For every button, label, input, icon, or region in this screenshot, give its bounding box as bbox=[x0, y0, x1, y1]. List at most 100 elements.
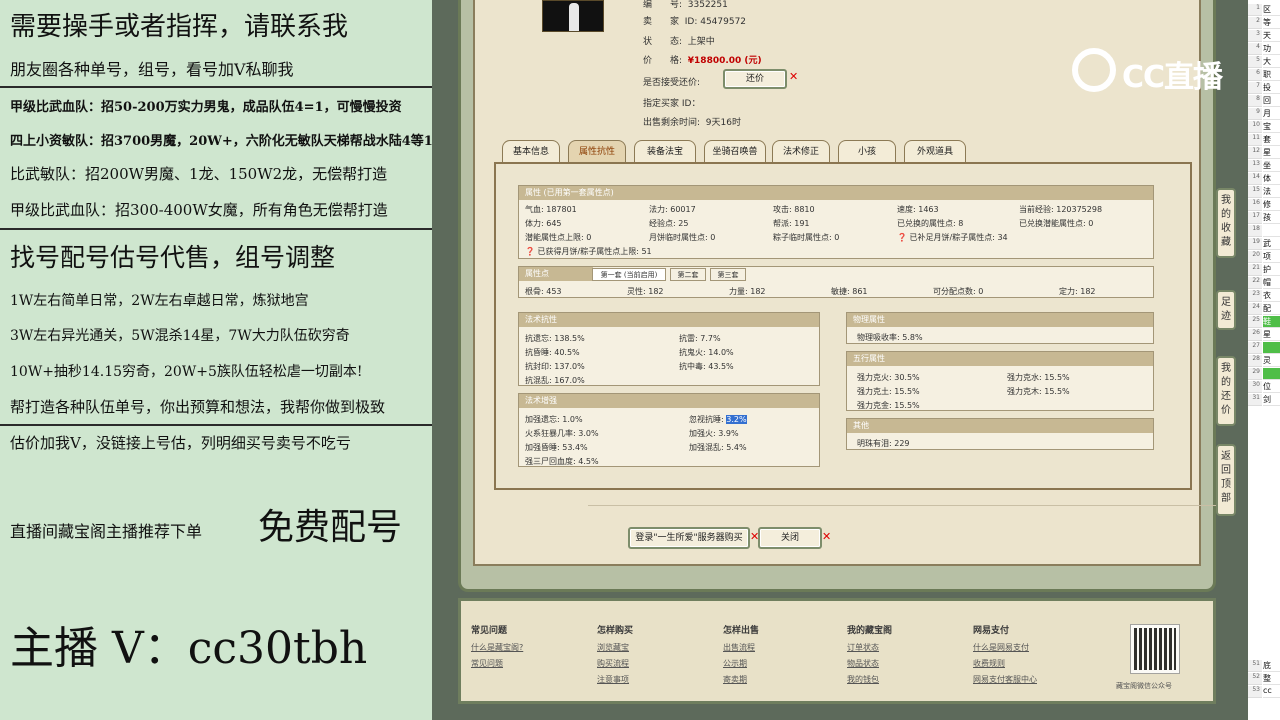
sheet-row-number: 4 bbox=[1248, 43, 1262, 55]
tab-mounts[interactable]: 坐骑召唤兽 bbox=[704, 140, 766, 164]
sheet-cell[interactable]: 底 bbox=[1263, 660, 1280, 672]
footer-link[interactable]: 物品状态 bbox=[847, 658, 892, 669]
footer-link[interactable]: 浏览藏宝 bbox=[597, 642, 633, 653]
ad-line-12: 估价加我V，没链接上号估，列明细买号卖号不吃亏 bbox=[10, 434, 351, 452]
tab-spell-mod[interactable]: 法术修正 bbox=[772, 140, 830, 164]
sheet-cell[interactable]: 大 bbox=[1263, 56, 1280, 68]
sheet-row-number: 13 bbox=[1248, 160, 1262, 172]
tab-child[interactable]: 小孩 bbox=[838, 140, 896, 164]
sheet-cell[interactable]: 月 bbox=[1263, 108, 1280, 120]
attr-title: 属性 (已用第一套属性点) bbox=[519, 186, 1153, 200]
sheet-cell[interactable]: 整 bbox=[1263, 673, 1280, 685]
sheet-cell[interactable]: 武 bbox=[1263, 238, 1280, 250]
sheet-cell[interactable] bbox=[1263, 368, 1280, 380]
footer-col-faq: 常见问题 什么是藏宝阁? 常见问题 bbox=[471, 623, 523, 674]
other-pearl: 明珠有泪: 229 bbox=[857, 439, 910, 448]
attr-speed: 速度: 1463 bbox=[897, 205, 939, 214]
close-button[interactable]: 关闭 bbox=[758, 527, 822, 549]
footer-link[interactable]: 什么是藏宝阁? bbox=[471, 642, 523, 653]
footer-link[interactable]: 网易支付客服中心 bbox=[973, 674, 1037, 685]
footer-link[interactable]: 出售流程 bbox=[723, 642, 759, 653]
sheet-cell[interactable]: 帽 bbox=[1263, 277, 1280, 289]
attr-mp: 法力: 60017 bbox=[649, 205, 696, 214]
sheet-row-number: 3 bbox=[1248, 30, 1262, 42]
points-title: 属性点 bbox=[519, 267, 593, 281]
sheet-cell[interactable]: 功 bbox=[1263, 43, 1280, 55]
sheet-cell[interactable]: 孩 bbox=[1263, 212, 1280, 224]
sheet-cell[interactable]: 等 bbox=[1263, 17, 1280, 29]
footer-link[interactable]: 订单状态 bbox=[847, 642, 892, 653]
sheet-row-number: 7 bbox=[1248, 82, 1262, 94]
sheet-cell[interactable]: 灵 bbox=[1263, 355, 1280, 367]
sheet-cell[interactable]: 投 bbox=[1263, 82, 1280, 94]
side-bargains[interactable]: 我的还价 bbox=[1216, 356, 1236, 426]
sheet-cell[interactable]: 星 bbox=[1263, 329, 1280, 341]
footer-link[interactable]: 注意事项 bbox=[597, 674, 633, 685]
sheet-cell[interactable]: 回 bbox=[1263, 95, 1280, 107]
sheet-cell[interactable] bbox=[1263, 342, 1280, 354]
sheet-cell[interactable]: 鞋 bbox=[1263, 316, 1280, 328]
resist-seal: 抗封印: 137.0% bbox=[525, 362, 585, 371]
footer-link[interactable]: 购买流程 bbox=[597, 658, 633, 669]
sheet-cell[interactable]: 区 bbox=[1263, 4, 1280, 16]
sheet-cell[interactable]: cc bbox=[1263, 686, 1280, 698]
tab-point-set-2[interactable]: 第二套 bbox=[670, 268, 706, 281]
tab-basic-info[interactable]: 基本信息 bbox=[502, 140, 560, 164]
tab-equipment[interactable]: 装备法宝 bbox=[634, 140, 696, 164]
attr-filled: ❓ 已补足月饼/粽子属性点: 34 bbox=[897, 233, 1008, 242]
logo-text: CC直播 bbox=[1122, 60, 1223, 95]
sheet-cell[interactable]: 天 bbox=[1263, 30, 1280, 42]
points-free: 可分配点数: 0 bbox=[933, 287, 984, 296]
sheet-cell[interactable]: 配 bbox=[1263, 303, 1280, 315]
sheet-cell[interactable]: 衣 bbox=[1263, 290, 1280, 302]
points-wis: 定力: 182 bbox=[1059, 287, 1096, 296]
footer-heading: 常见问题 bbox=[471, 626, 508, 636]
sheet-cell[interactable]: 套 bbox=[1263, 134, 1280, 146]
sheet-cell[interactable]: 位 bbox=[1263, 381, 1280, 393]
footer-link[interactable]: 什么是网易支付 bbox=[973, 642, 1037, 653]
sheet-cell[interactable]: 职 bbox=[1263, 69, 1280, 81]
bargain-button[interactable]: 还价 bbox=[723, 69, 787, 89]
footer-link[interactable]: 常见问题 bbox=[471, 658, 523, 669]
side-history[interactable]: 足迹 bbox=[1216, 290, 1236, 330]
five-earth: 强力克土: 15.5% bbox=[857, 387, 920, 396]
side-favorites[interactable]: 我的收藏 bbox=[1216, 188, 1236, 258]
close-icon[interactable]: ✕ bbox=[822, 530, 831, 543]
tab-point-set-1[interactable]: 第一套 (当前启用) bbox=[592, 268, 666, 281]
logo-icon bbox=[1072, 48, 1116, 92]
sheet-cell[interactable]: 宝 bbox=[1263, 121, 1280, 133]
ad-line-1: 需要操手或者指挥，请联系我 bbox=[10, 12, 349, 42]
footer-col-buy: 怎样购买 浏览藏宝 购买流程 注意事项 bbox=[597, 623, 633, 690]
character-thumbnail bbox=[542, 0, 604, 32]
sheet-cell[interactable]: 体 bbox=[1263, 173, 1280, 185]
sheet-cell[interactable]: 坐 bbox=[1263, 160, 1280, 172]
close-icon[interactable]: ✕ bbox=[789, 70, 798, 83]
boost-forget: 加强遗忘: 1.0% bbox=[525, 415, 583, 424]
sheet-cell[interactable]: 项 bbox=[1263, 251, 1280, 263]
sheet-cell[interactable]: 剑 bbox=[1263, 394, 1280, 406]
sheet-cell[interactable]: 法 bbox=[1263, 186, 1280, 198]
footer-link[interactable]: 收费规则 bbox=[973, 658, 1037, 669]
footer-link[interactable]: 我的钱包 bbox=[847, 674, 892, 685]
side-back-to-top[interactable]: 返回顶部 bbox=[1216, 444, 1236, 516]
sheet-cell[interactable]: 星 bbox=[1263, 147, 1280, 159]
sheet-cell[interactable]: 修 bbox=[1263, 199, 1280, 211]
sheet-cell[interactable]: 护 bbox=[1263, 264, 1280, 276]
footer-link[interactable]: 寄卖期 bbox=[723, 674, 759, 685]
sheet-row-number: 51 bbox=[1248, 660, 1262, 672]
tab-attributes[interactable]: 属性抗性 bbox=[568, 140, 626, 164]
resist-box: 法术抗性 抗遗忘: 138.5% 抗雷: 7.7% 抗昏睡: 40.5% 抗鬼火… bbox=[518, 312, 820, 386]
sheet-row-number: 27 bbox=[1248, 342, 1262, 354]
attr-pot-cap: 潜能属性点上限: 0 bbox=[525, 233, 592, 242]
points-str: 力量: 182 bbox=[729, 287, 766, 296]
footer-link[interactable]: 公示期 bbox=[723, 658, 759, 669]
attr-hp: 气血: 187801 bbox=[525, 205, 577, 214]
trade-window: 编 号: 3352251 卖 家 ID: 45479572 状 态: 上架中 价… bbox=[432, 0, 1248, 720]
footer-heading: 怎样出售 bbox=[723, 626, 760, 636]
sheet-row-number: 20 bbox=[1248, 251, 1262, 263]
boost-sleep: 加强昏睡: 53.4% bbox=[525, 443, 588, 452]
login-buy-button[interactable]: 登录"一生所爱"服务器购买 bbox=[628, 527, 750, 549]
sheet-cell[interactable] bbox=[1263, 225, 1280, 237]
tab-point-set-3[interactable]: 第三套 bbox=[710, 268, 746, 281]
tab-appearance[interactable]: 外观道具 bbox=[904, 140, 966, 164]
